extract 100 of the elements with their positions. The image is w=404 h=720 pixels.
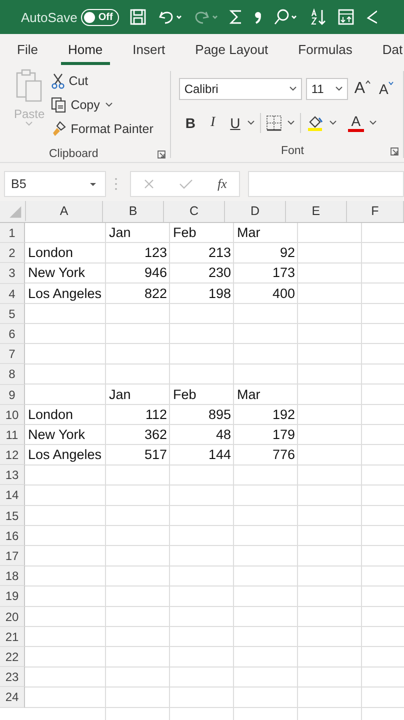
bold-button[interactable]: B: [183, 114, 198, 130]
caret-icon[interactable]: [247, 120, 256, 126]
table-cell-text: 362: [143, 426, 168, 444]
caret-up-icon: [365, 80, 372, 84]
row-header[interactable]: 20: [0, 606, 25, 627]
copy-button[interactable]: Copy: [50, 93, 154, 116]
row-header[interactable]: 12: [0, 445, 25, 466]
font-color-button[interactable]: A: [348, 114, 364, 132]
caret-icon: [89, 182, 97, 186]
column-header[interactable]: D: [224, 201, 286, 222]
table-cell-text: 213: [207, 244, 232, 262]
form-icon[interactable]: [336, 8, 355, 26]
clipboard-icon: [15, 69, 44, 103]
column-header[interactable]: A: [26, 201, 104, 222]
caret-icon[interactable]: [287, 120, 296, 126]
table-cell-text: 776: [271, 446, 296, 464]
row-header[interactable]: 9: [0, 384, 25, 405]
row-header[interactable]: 21: [0, 626, 25, 647]
insert-function-button[interactable]: fx: [218, 176, 227, 192]
column-header[interactable]: F: [346, 201, 404, 222]
table-cell-text: Mar: [236, 224, 262, 242]
row-header[interactable]: 8: [0, 364, 25, 384]
row-header[interactable]: 17: [0, 546, 25, 566]
table-cell-text: 946: [143, 264, 168, 282]
table-cell-text: London: [27, 244, 74, 262]
table-cell-text: 92: [278, 244, 296, 262]
column-header[interactable]: B: [103, 201, 164, 222]
sort-icon[interactable]: [308, 8, 327, 26]
table-cell-text: 517: [143, 446, 168, 464]
row-header[interactable]: 24: [0, 687, 25, 708]
table-cell-text: 895: [207, 406, 232, 424]
table-cell-text: Los Angeles: [27, 446, 103, 464]
row-header[interactable]: 1: [0, 223, 25, 244]
row-header[interactable]: 18: [0, 566, 25, 586]
autosave-label: AutoSave: [21, 10, 78, 24]
table-cell-text: Jan: [108, 224, 132, 242]
table-cell-text: 144: [207, 446, 232, 464]
formula-input[interactable]: [248, 171, 404, 197]
grow-font-button[interactable]: A: [352, 80, 374, 98]
row-header[interactable]: 4: [0, 284, 25, 304]
group-label: Font: [280, 145, 304, 157]
row-header[interactable]: 7: [0, 344, 25, 364]
table-cell-text: Feb: [172, 386, 198, 404]
format-painter-button[interactable]: Format Painter: [50, 117, 154, 140]
ribbon-tab[interactable]: Page Layout: [188, 34, 276, 65]
table-cell-text: 123: [143, 244, 168, 262]
paintbrush-icon: [50, 120, 67, 136]
scissors-icon: [50, 72, 65, 88]
row-header[interactable]: 10: [0, 404, 25, 425]
table-cell-text: Jan: [108, 386, 132, 404]
checkmark-icon[interactable]: [179, 178, 194, 190]
caret-icon: [388, 81, 394, 85]
row-header[interactable]: 19: [0, 586, 25, 607]
save-icon[interactable]: [128, 8, 147, 26]
caret-icon: [335, 86, 344, 92]
row-header[interactable]: 13: [0, 465, 25, 486]
table-cell-text: 198: [207, 284, 232, 303]
table-cell-text: 48: [214, 426, 232, 444]
ribbon-tab[interactable]: Formulas: [291, 34, 360, 65]
group-label: Clipboard: [49, 148, 98, 160]
shrink-font-button[interactable]: A: [377, 81, 396, 97]
caret-icon[interactable]: [329, 120, 338, 126]
underline-button[interactable]: U: [228, 114, 242, 130]
font-name-field[interactable]: Calibri: [179, 78, 302, 100]
row-header[interactable]: 22: [0, 646, 25, 668]
borders-icon[interactable]: [266, 114, 282, 130]
dialog-launcher-icon[interactable]: [157, 150, 166, 159]
dialog-launcher-icon[interactable]: [390, 146, 399, 156]
column-header[interactable]: E: [286, 201, 347, 222]
row-header[interactable]: 15: [0, 506, 25, 526]
name-box[interactable]: B5: [4, 171, 106, 197]
column-header[interactable]: C: [164, 201, 225, 222]
table-cell-text: Feb: [172, 224, 198, 242]
row-header[interactable]: 14: [0, 485, 25, 506]
ribbon-tab[interactable]: Dat: [375, 34, 404, 65]
table-cell-text: 822: [143, 284, 168, 303]
row-header[interactable]: 3: [0, 263, 25, 284]
cut-button[interactable]: Cut: [50, 69, 154, 92]
grip-icon: [114, 177, 118, 191]
table-cell-text: 192: [271, 406, 296, 424]
row-header[interactable]: 5: [0, 304, 25, 324]
row-header[interactable]: 23: [0, 667, 25, 688]
table-cell-text: 230: [207, 264, 232, 282]
fill-color-icon[interactable]: [306, 114, 324, 132]
row-header[interactable]: 6: [0, 324, 25, 344]
row-header[interactable]: 11: [0, 424, 25, 446]
autosave-toggle[interactable]: Off: [81, 8, 119, 26]
font-size-field[interactable]: 11: [306, 78, 348, 100]
table-cell-text: 179: [271, 426, 296, 444]
italic-button[interactable]: I: [208, 114, 218, 130]
caret-icon: [289, 86, 298, 92]
ribbon-tab[interactable]: File: [10, 34, 45, 65]
sum-icon[interactable]: [228, 8, 243, 26]
row-header[interactable]: 16: [0, 526, 25, 546]
caret-icon[interactable]: [368, 120, 377, 126]
row-header[interactable]: 2: [0, 243, 25, 264]
table-cell-text: New York: [27, 426, 86, 444]
search-icon[interactable]: [272, 8, 299, 26]
ribbon-tab[interactable]: Insert: [126, 34, 172, 65]
table-cell-text: New York: [27, 264, 86, 282]
